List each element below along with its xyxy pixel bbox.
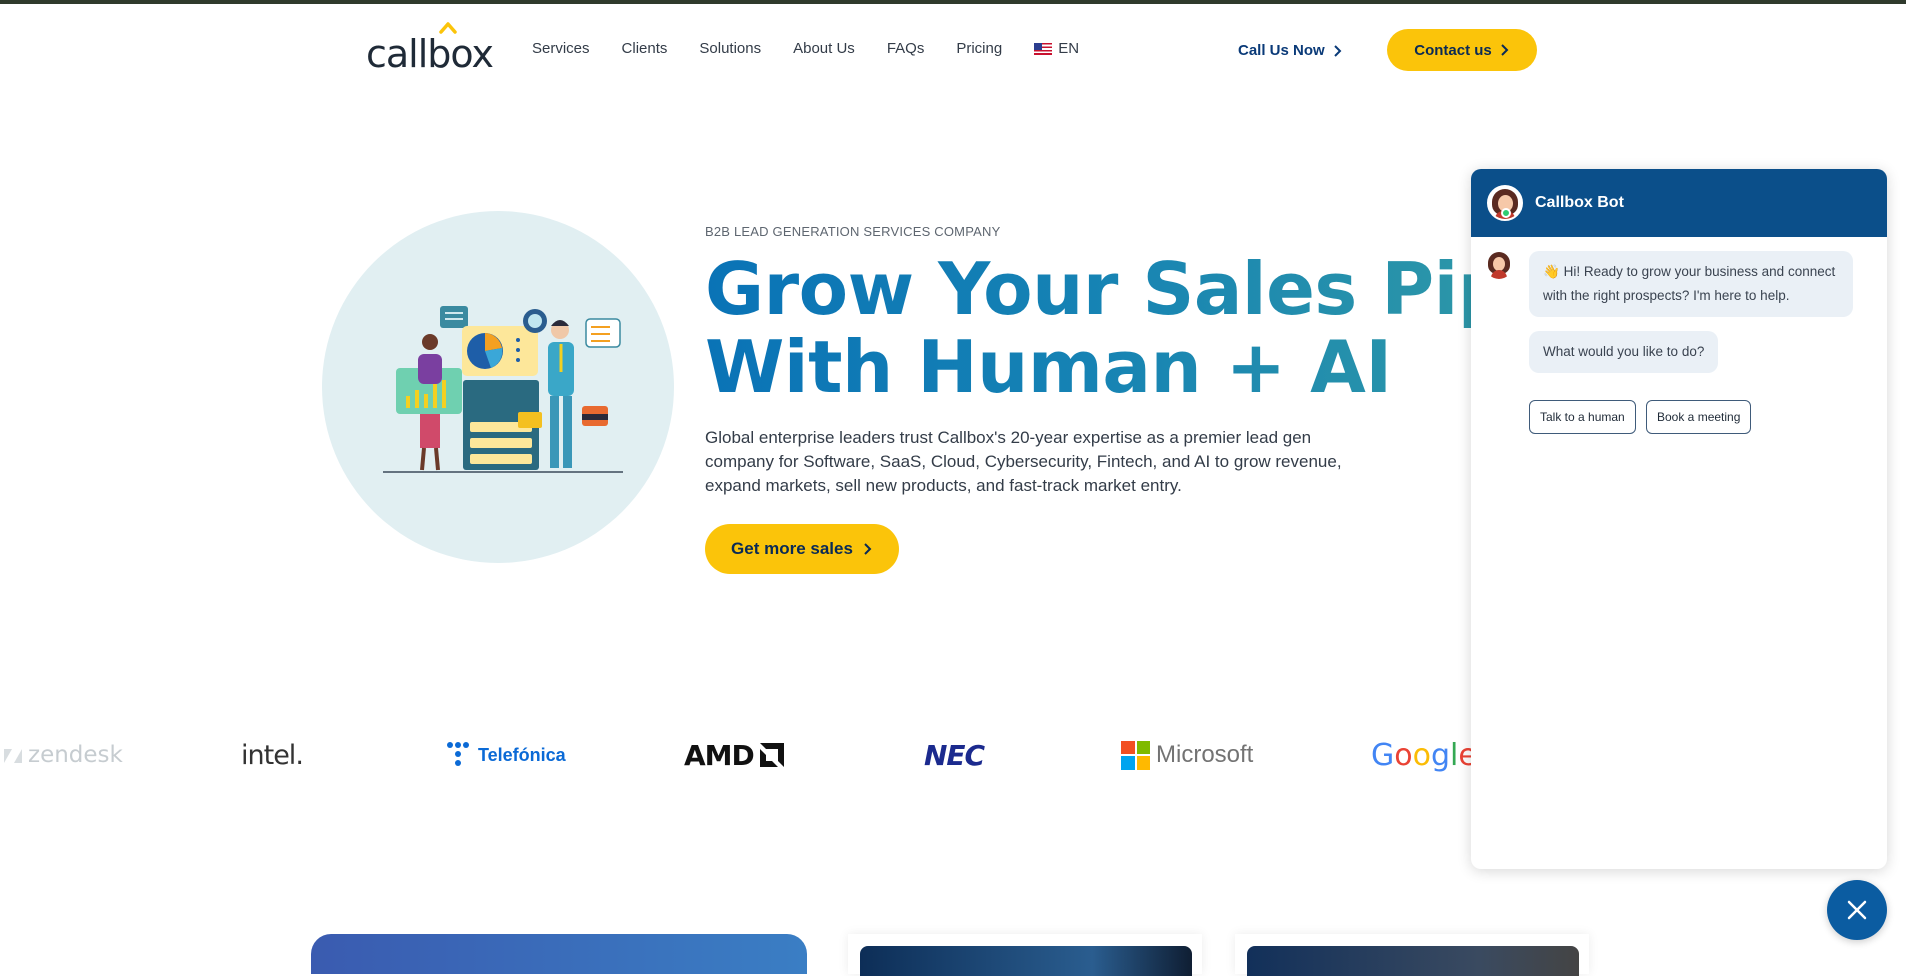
- contact-us-button[interactable]: Contact us: [1387, 29, 1537, 71]
- zendesk-wordmark: zendesk: [28, 742, 123, 768]
- get-more-sales-button[interactable]: Get more sales: [705, 524, 899, 574]
- bot-name: Callbox Bot: [1535, 194, 1624, 211]
- hero-eyebrow: B2B LEAD GENERATION SERVICES COMPANY: [705, 224, 1001, 239]
- nav-about-us[interactable]: About Us: [793, 40, 855, 57]
- amd-logo: AMD: [684, 738, 784, 772]
- site-header: callbox Services Clients Solutions About…: [0, 4, 1906, 96]
- amd-wordmark: AMD: [684, 738, 755, 772]
- nec-logo: NEC: [924, 738, 985, 772]
- us-flag-icon: [1034, 42, 1053, 55]
- nav-faqs[interactable]: FAQs: [887, 40, 925, 57]
- feature-card-1[interactable]: [311, 934, 807, 974]
- nec-wordmark: NEC: [924, 738, 985, 772]
- client-logos-strip: zendesk intel. Telefónica AMD NEC Micros…: [0, 730, 1477, 780]
- online-status-indicator: [1501, 208, 1511, 218]
- nav-services[interactable]: Services: [532, 40, 590, 57]
- call-us-now-link[interactable]: Call Us Now: [1238, 42, 1343, 59]
- nav-pricing[interactable]: Pricing: [956, 40, 1002, 57]
- feature-card-2[interactable]: [848, 934, 1202, 976]
- google-wordmark: Google: [1371, 737, 1477, 773]
- chat-header: Callbox Bot: [1471, 169, 1887, 237]
- talk-to-human-option[interactable]: Talk to a human: [1529, 400, 1636, 434]
- contact-us-label: Contact us: [1414, 41, 1492, 59]
- nav-solutions[interactable]: Solutions: [699, 40, 761, 57]
- hero-headline-line-2: With Human + AI: [705, 328, 1475, 406]
- close-chat-button[interactable]: [1827, 880, 1887, 940]
- call-us-now-label: Call Us Now: [1238, 42, 1325, 59]
- greeting-text: Hi! Ready to grow your business and conn…: [1543, 264, 1836, 303]
- microsoft-logo: Microsoft: [1121, 738, 1253, 772]
- chevron-right-icon: [864, 543, 872, 555]
- greeting-message: 👋 Hi! Ready to grow your business and co…: [1529, 251, 1853, 317]
- chevron-right-icon: [1333, 44, 1342, 57]
- main-nav: Services Clients Solutions About Us FAQs…: [532, 40, 1079, 57]
- microsoft-squares-icon: [1121, 740, 1150, 770]
- feature-card-3-image: [1247, 946, 1579, 976]
- telefonica-logo: Telefónica: [446, 738, 566, 772]
- language-label: EN: [1058, 40, 1080, 57]
- nav-clients[interactable]: Clients: [622, 40, 668, 57]
- intel-wordmark: intel.: [241, 739, 304, 771]
- chat-widget: Callbox Bot 👋 Hi! Ready to grow your bus…: [1471, 169, 1887, 869]
- chat-messages: 👋 Hi! Ready to grow your business and co…: [1471, 237, 1887, 869]
- intel-logo: intel.: [241, 738, 304, 772]
- hero-headline: Grow Your Sales Pipeli With Human + AI: [705, 250, 1475, 410]
- telefonica-wordmark: Telefónica: [478, 744, 566, 765]
- amd-arrow-icon: [759, 743, 784, 767]
- zendesk-logo: zendesk: [4, 738, 123, 772]
- callbox-logo[interactable]: callbox: [366, 22, 494, 76]
- hero-description: Global enterprise leaders trust Callbox'…: [705, 428, 1342, 495]
- get-more-sales-label: Get more sales: [731, 539, 853, 558]
- message-avatar: [1485, 251, 1513, 279]
- telefonica-dots-icon: [447, 742, 469, 766]
- microsoft-wordmark: Microsoft: [1156, 741, 1254, 768]
- book-meeting-option[interactable]: Book a meeting: [1646, 400, 1752, 434]
- google-logo: Google: [1371, 737, 1477, 773]
- wave-emoji: 👋: [1543, 264, 1560, 279]
- chevron-right-icon: [1501, 44, 1509, 56]
- feature-card-3[interactable]: [1235, 934, 1589, 976]
- feature-card-2-image: [860, 946, 1192, 976]
- hero-illustration: [383, 306, 623, 473]
- close-icon: [1847, 900, 1867, 920]
- zendesk-mark-icon: [4, 749, 22, 763]
- hero-headline-line-1: Grow Your Sales Pipeli: [705, 250, 1475, 328]
- question-message: What would you like to do?: [1529, 331, 1719, 373]
- logo-text: callbox: [366, 32, 494, 76]
- language-selector[interactable]: EN: [1034, 40, 1079, 57]
